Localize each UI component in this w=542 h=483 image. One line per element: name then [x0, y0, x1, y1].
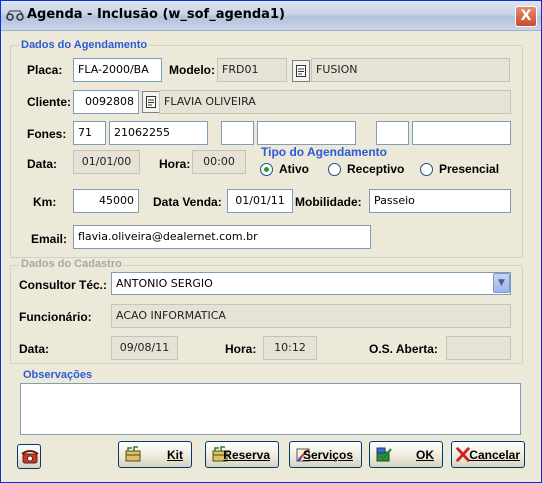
telephone-icon: [21, 450, 39, 464]
tipo-presencial-radio[interactable]: [420, 163, 433, 176]
tipo-receptivo-radio[interactable]: [328, 163, 341, 176]
cliente-lookup-button[interactable]: [142, 91, 160, 113]
ok-button[interactable]: OK: [369, 441, 443, 468]
tipo-ativo-radio[interactable]: [260, 163, 273, 176]
observacoes-textarea[interactable]: [20, 383, 521, 435]
fone2-ddd-input[interactable]: [221, 121, 254, 145]
close-button[interactable]: X: [515, 6, 537, 27]
placa-label: Placa:: [27, 63, 63, 77]
kit-button[interactable]: Kit: [118, 441, 192, 468]
fones-label: Fones:: [27, 127, 67, 141]
mobilidade-input[interactable]: Passeio: [369, 189, 511, 213]
cliente-label: Cliente:: [27, 95, 72, 109]
cadastro-hora-field: 10:12: [263, 336, 317, 360]
email-input[interactable]: flavia.oliveira@dealernet.com.br: [73, 225, 371, 249]
cadastro-group-title: Dados do Cadastro: [19, 258, 124, 270]
hora-field: 00:00: [192, 150, 246, 174]
document-icon: [296, 65, 306, 77]
funcionario-label: Funcionário:: [19, 310, 92, 324]
tipo-receptivo-label[interactable]: Receptivo: [347, 162, 404, 176]
data-label: Data:: [27, 157, 58, 171]
servicos-button[interactable]: Serviços: [289, 441, 362, 468]
fone2-number-input[interactable]: [257, 121, 356, 145]
cliente-name-field: FLAVIA OLIVEIRA: [159, 90, 511, 114]
servicos-button-label: Serviços: [302, 448, 353, 462]
reserva-button-label: Reserva: [223, 448, 270, 462]
kit-icon: [125, 446, 141, 462]
cancelar-button[interactable]: Cancelar: [451, 441, 525, 468]
tipo-agendamento-title: Tipo do Agendamento: [259, 145, 389, 159]
hora-label: Hora:: [159, 157, 191, 171]
os-aberta-field: [446, 336, 511, 360]
cancelar-button-label: Cancelar: [469, 448, 520, 462]
tipo-ativo-label[interactable]: Ativo: [279, 162, 309, 176]
mobilidade-label: Mobilidade:: [295, 195, 362, 209]
placa-input[interactable]: FLA-2000/BA: [73, 58, 162, 82]
modelo-label: Modelo:: [169, 63, 215, 77]
fone1-number-input[interactable]: 21062255: [109, 121, 208, 145]
cadastro-data-field: 09/08/11: [111, 336, 178, 360]
observacoes-title: Observações: [21, 369, 95, 381]
cadastro-data-label: Data:: [19, 342, 50, 356]
chevron-down-icon[interactable]: ▼: [493, 273, 510, 293]
cadastro-hora-label: Hora:: [225, 342, 257, 356]
tipo-presencial-label[interactable]: Presencial: [439, 162, 499, 176]
email-label: Email:: [31, 232, 68, 246]
document-icon: [146, 96, 156, 108]
km-label: Km:: [33, 195, 57, 209]
phone-button[interactable]: [17, 444, 41, 469]
os-aberta-label: O.S. Aberta:: [369, 342, 438, 356]
fone3-number-input[interactable]: [412, 121, 511, 145]
ok-button-label: OK: [416, 448, 434, 462]
title-bar[interactable]: Agenda - Inclusão (w_sof_agenda1) X: [1, 1, 541, 31]
reserva-button[interactable]: Reserva: [205, 441, 279, 468]
agenda-window: Agenda - Inclusão (w_sof_agenda1) X Dado…: [0, 0, 542, 483]
consultor-select[interactable]: ANTONIO SERGIO: [111, 272, 511, 295]
consultor-label: Consultor Téc.:: [19, 278, 108, 292]
data-venda-input[interactable]: 01/01/11: [227, 189, 293, 213]
checkmark-icon: [376, 447, 392, 462]
cliente-code-input[interactable]: 0092808: [73, 90, 139, 114]
car-icon: [6, 10, 24, 21]
kit-button-label: Kit: [167, 448, 183, 462]
km-input[interactable]: 45000: [73, 189, 139, 213]
modelo-lookup-button[interactable]: [292, 60, 310, 82]
agendamento-group-title: Dados do Agendamento: [19, 39, 150, 51]
modelo-name-field: FUSION: [311, 58, 510, 82]
data-field: 01/01/00: [73, 150, 140, 174]
data-venda-label: Data Venda:: [153, 195, 222, 209]
modelo-code-field: FRD01: [217, 58, 287, 82]
fone1-ddd-input[interactable]: 71: [73, 121, 106, 145]
window-title: Agenda - Inclusão (w_sof_agenda1): [27, 7, 285, 22]
fone3-ddd-input[interactable]: [376, 121, 409, 145]
funcionario-field: ACAO INFORMATICA: [111, 304, 511, 328]
